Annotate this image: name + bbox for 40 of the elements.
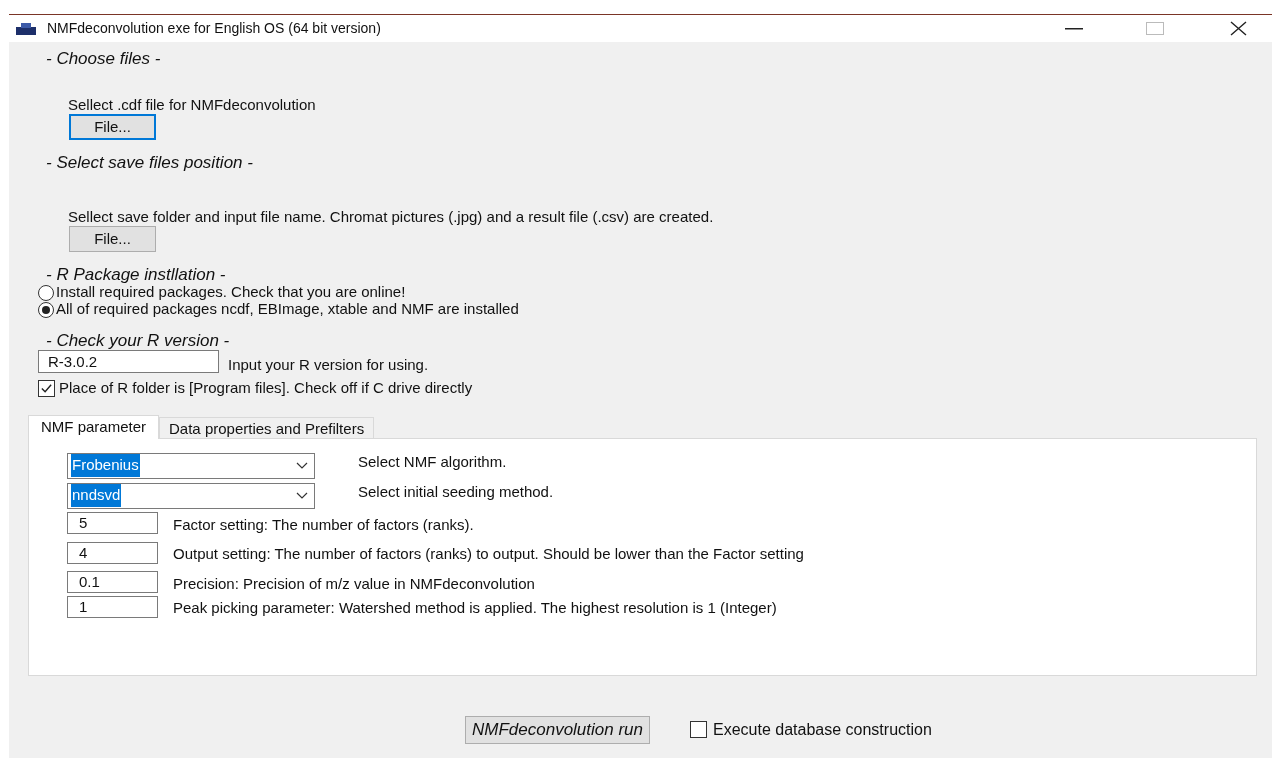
section-heading: - Check your R version - — [46, 330, 231, 350]
number-field[interactable]: 4 — [67, 541, 158, 564]
checkbox[interactable] — [690, 721, 708, 738]
instruction-text: Sellect .cdf file for NMFdeconvolution — [68, 95, 317, 114]
number-field[interactable]: 1 — [67, 595, 158, 618]
instruction-text: Sellect save folder and input file name. Chromat pictures (.jpg) and a result file (.csv) are created. — [68, 207, 715, 226]
run-button[interactable]: NMFdeconvolution run — [465, 715, 651, 744]
field-label: Factor setting: The number of factors (ranks). — [173, 514, 474, 535]
radio-button[interactable] — [38, 301, 54, 318]
field-label: Precision: Precision of m/z value in NMFdeconvolution — [173, 573, 535, 594]
checkbox-label: Execute database construction — [713, 719, 932, 740]
check-icon — [40, 381, 53, 395]
number-field[interactable]: 0.1 — [67, 571, 158, 594]
file-button[interactable]: File... — [69, 226, 156, 252]
section-heading: - Choose files - — [46, 48, 162, 70]
tab[interactable]: NMF parameter — [28, 414, 160, 439]
close-icon[interactable] — [1230, 21, 1247, 36]
radio-label: All of required packages ncdf, EBImage, xtable and NMF are installed — [56, 300, 519, 320]
radio-button[interactable] — [38, 284, 54, 301]
radio-label: Install required packages. Check that you are online! — [56, 283, 406, 303]
minimize-icon[interactable] — [1065, 27, 1083, 30]
section-heading: - Select save files position - — [46, 152, 254, 174]
chevron-down-icon — [296, 462, 308, 469]
number-field[interactable]: 5 — [67, 512, 158, 535]
window-title: NMFdeconvolution exe for English OS (64 bit version) — [47, 19, 381, 38]
tab[interactable]: Data properties and Prefilters — [159, 416, 375, 438]
version-field[interactable]: R-3.0.2 — [38, 350, 219, 373]
field-label: Select initial seeding method. — [358, 482, 554, 503]
checkbox[interactable] — [38, 379, 55, 397]
section-heading: - R Package instllation - — [46, 264, 227, 284]
checkbox-label: Place of R folder is [Program files]. Check off if C drive directly — [59, 378, 473, 398]
field-label: Select NMF algorithm. — [358, 452, 507, 473]
dropdown[interactable]: Frobenius — [67, 452, 315, 479]
field-label: Output setting: The number of factors (ranks) to output. Should be lower than the Factor setting — [173, 544, 804, 564]
chevron-down-icon — [296, 492, 308, 499]
app-icon — [15, 21, 37, 36]
field-label: Peak picking parameter: Watershed method is applied. The highest resolution is 1 (Integer) — [173, 598, 777, 618]
dropdown[interactable]: nndsvd — [67, 482, 315, 509]
file-button[interactable]: File... — [69, 114, 156, 140]
field-label: Input your R version for using. — [228, 354, 429, 375]
